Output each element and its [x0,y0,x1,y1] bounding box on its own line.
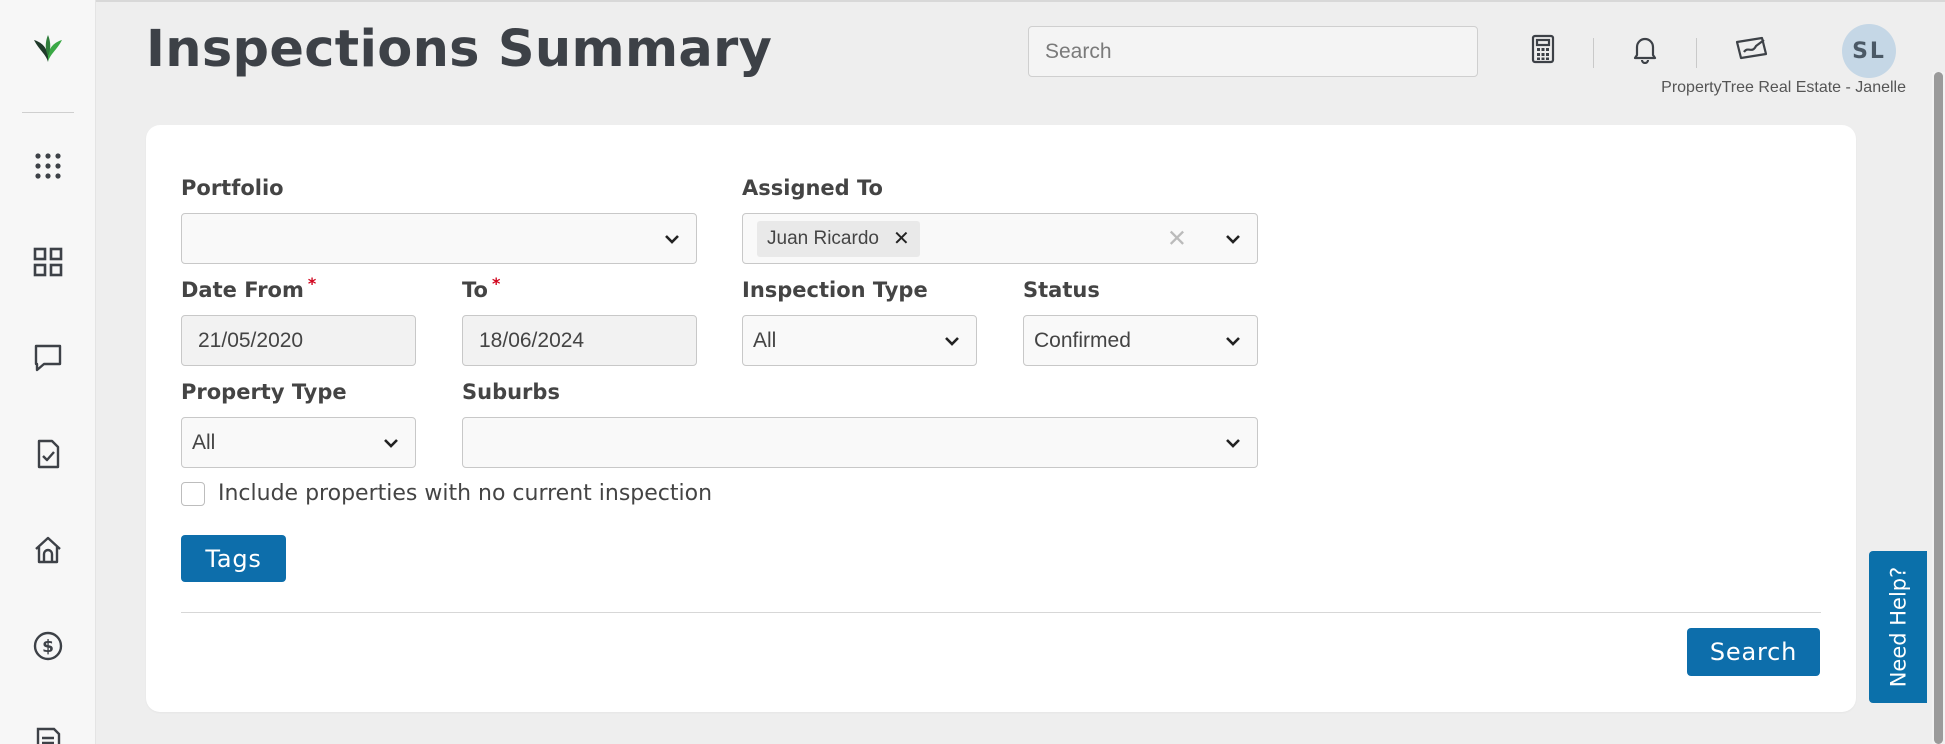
global-search-input[interactable] [1028,26,1478,77]
notifications-bell-icon[interactable] [1626,30,1664,68]
company-name: PropertyTree Real Estate - Janelle [1661,79,1906,96]
header-separator [1696,38,1697,68]
need-help-button[interactable]: Need Help? [1869,551,1927,703]
assigned-chip-label: Juan Ricardo [767,227,879,249]
user-avatar[interactable]: SL [1842,24,1896,78]
chevron-down-icon [665,234,679,244]
chevron-down-icon [384,438,398,448]
tags-button[interactable]: Tags [181,535,286,582]
inspection-type-label: Inspection Type [742,278,928,302]
date-from-input[interactable]: 21/05/2020 [181,315,416,366]
status-value: Confirmed [1034,328,1131,352]
app-launcher-icon[interactable] [30,148,66,184]
search-button[interactable]: Search [1687,628,1820,676]
chevron-down-icon [945,336,959,346]
portfolio-label: Portfolio [181,176,284,200]
required-mark: * [491,274,501,293]
suburbs-label: Suburbs [462,380,560,404]
property-type-select[interactable]: All [181,417,416,468]
chevron-down-icon [1226,438,1240,448]
sidebar-divider [22,112,74,113]
date-from-value: 21/05/2020 [198,328,304,352]
svg-text:$: $ [42,637,54,657]
documents-icon[interactable] [30,724,66,744]
date-to-input[interactable]: 18/06/2024 [462,315,697,366]
top-border [0,0,1945,2]
status-label: Status [1023,278,1100,302]
clear-selection-icon[interactable]: ✕ [1167,224,1187,253]
sidebar: $ [0,0,96,744]
chevron-down-icon [1226,336,1240,346]
scrollbar-thumb[interactable] [1934,72,1943,744]
properties-icon[interactable] [30,532,66,568]
date-from-label-text: Date From [181,278,304,302]
assigned-to-multiselect[interactable]: Juan Ricardo ✕ ✕ [742,213,1258,264]
assigned-chip: Juan Ricardo ✕ [757,220,920,257]
chevron-down-icon [1226,234,1240,244]
status-select[interactable]: Confirmed [1023,315,1258,366]
page-title: Inspections Summary [146,20,773,79]
header-separator [1593,38,1594,68]
property-type-label: Property Type [181,380,347,404]
include-no-inspection-label[interactable]: Include properties with no current inspe… [218,481,712,506]
remove-chip-icon[interactable]: ✕ [893,226,910,251]
calculator-icon[interactable] [1524,30,1562,68]
suburbs-select[interactable] [462,417,1258,468]
assigned-to-label: Assigned To [742,176,883,200]
need-help-label: Need Help? [1886,566,1911,688]
inspection-type-select[interactable]: All [742,315,977,366]
tasks-icon[interactable] [30,436,66,472]
portfolio-select[interactable] [181,213,697,264]
inspection-type-value: All [753,328,777,352]
app-logo-icon[interactable] [31,32,65,66]
property-type-value: All [192,430,216,454]
date-to-label: To * [462,274,500,302]
date-from-label: Date From * [181,274,316,302]
page-scrollbar[interactable] [1932,72,1945,744]
include-no-inspection-checkbox[interactable] [181,482,205,506]
messages-icon[interactable] [30,340,66,376]
dashboard-icon[interactable] [30,244,66,280]
financials-icon[interactable]: $ [30,628,66,664]
card-divider [181,612,1821,613]
filter-card: Portfolio Assigned To Juan Ricardo ✕ ✕ D… [146,125,1856,712]
required-mark: * [307,274,317,293]
sign-document-icon[interactable] [1733,30,1771,68]
date-to-value: 18/06/2024 [479,328,585,352]
date-to-label-text: To [462,278,488,302]
